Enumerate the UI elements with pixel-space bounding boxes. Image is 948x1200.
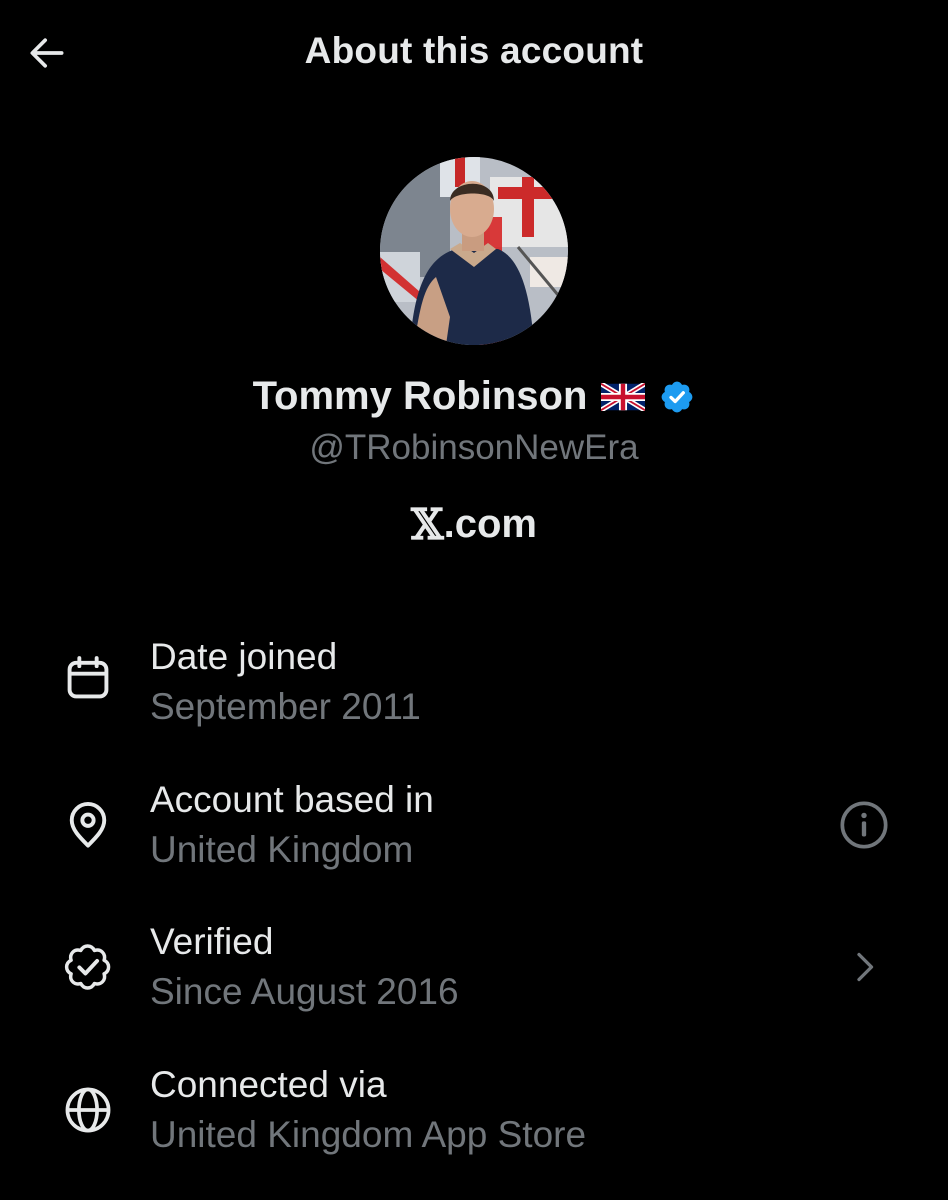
verified-row[interactable]: Verified Since August 2016 bbox=[0, 915, 948, 1035]
verified-badge-icon[interactable] bbox=[659, 379, 695, 415]
chevron-right-icon bbox=[857, 952, 874, 982]
name-row: Tommy Robinson bbox=[0, 374, 948, 419]
date-joined-row: Date joined September 2011 bbox=[0, 630, 948, 750]
connected-via-row: Connected via United Kingdom App Store bbox=[0, 1058, 948, 1178]
site-domain-label: .com bbox=[443, 502, 537, 546]
date-joined-value: September 2011 bbox=[150, 686, 421, 727]
connected-via-value: United Kingdom App Store bbox=[150, 1114, 587, 1155]
verified-details-button[interactable] bbox=[834, 937, 894, 997]
verified-label: Verified bbox=[150, 921, 274, 962]
site-link[interactable]: 𝕏 .com bbox=[0, 502, 948, 547]
globe-icon bbox=[60, 1082, 116, 1138]
info-icon bbox=[840, 801, 888, 849]
account-based-in-row: Account based in United Kingdom bbox=[0, 773, 948, 893]
calendar-icon bbox=[60, 650, 116, 706]
profile-avatar[interactable] bbox=[380, 157, 568, 345]
account-based-in-value: United Kingdom bbox=[150, 829, 414, 870]
display-name: Tommy Robinson bbox=[252, 374, 588, 418]
x-logo-mark: 𝕏 bbox=[411, 499, 444, 549]
connected-via-label: Connected via bbox=[150, 1064, 387, 1105]
verified-check-icon bbox=[60, 939, 116, 995]
account-based-in-label: Account based in bbox=[150, 779, 434, 820]
date-joined-label: Date joined bbox=[150, 636, 338, 677]
info-button[interactable] bbox=[834, 795, 894, 855]
page-title: About this account bbox=[304, 30, 644, 71]
user-handle: @TRobinsonNewEra bbox=[309, 428, 639, 467]
location-pin-icon bbox=[60, 797, 116, 853]
top-bar: About this account bbox=[0, 0, 948, 108]
uk-flag-icon bbox=[601, 382, 646, 411]
verified-value: Since August 2016 bbox=[150, 971, 459, 1012]
